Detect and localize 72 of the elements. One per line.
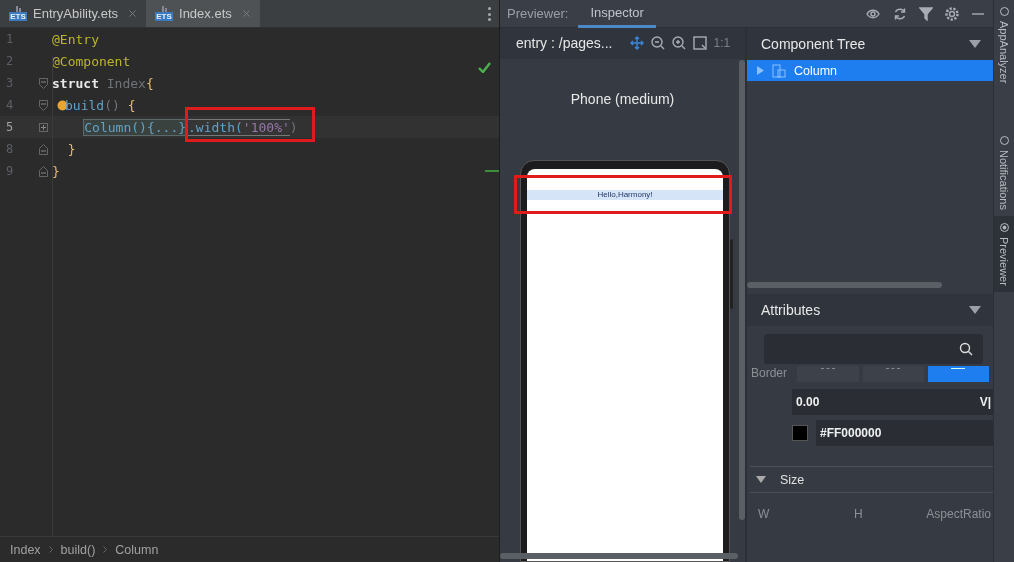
code-line: } xyxy=(66,140,76,159)
color-field[interactable]: #FF000000 xyxy=(816,420,993,446)
code-line: build() { xyxy=(65,96,136,115)
scrollbar[interactable] xyxy=(500,553,738,559)
fold-icon[interactable] xyxy=(39,99,48,111)
check-icon xyxy=(478,62,491,73)
search-field[interactable] xyxy=(764,334,983,364)
search-icon[interactable] xyxy=(959,342,973,356)
breadcrumb[interactable]: Index xyxy=(10,542,41,557)
code-line: Column(){...}.width('100%') xyxy=(82,117,298,138)
tree-item[interactable]: Column xyxy=(747,60,993,81)
dropdown-icon[interactable] xyxy=(969,40,981,48)
component-icon xyxy=(772,63,786,78)
code-line: struct Index{ xyxy=(52,74,154,93)
close-icon[interactable] xyxy=(242,10,250,17)
bulb-icon[interactable] xyxy=(57,99,68,111)
chevron-icon xyxy=(103,546,108,553)
unit-text: V| xyxy=(979,395,991,409)
file-tab[interactable]: ETS EntryAbility.ets xyxy=(0,0,146,27)
scrollbar[interactable] xyxy=(739,60,745,520)
panel-label: Previewer: xyxy=(507,6,569,21)
breadcrumb[interactable]: Column xyxy=(115,542,159,557)
expand-icon[interactable] xyxy=(39,122,48,132)
fold-end-icon[interactable] xyxy=(39,165,48,177)
page-path: entry : /pages... xyxy=(516,35,613,52)
funnel-icon[interactable] xyxy=(919,6,933,21)
breadcrumb[interactable]: build() xyxy=(60,542,96,557)
move-icon[interactable] xyxy=(629,36,644,51)
refresh-icon[interactable] xyxy=(893,6,907,21)
file-tab[interactable]: ETS Index.ets xyxy=(146,0,260,27)
line-number: 2 xyxy=(5,54,15,68)
code-line: @Component xyxy=(52,52,131,71)
change-marker xyxy=(485,170,499,172)
chevron-icon xyxy=(48,546,53,553)
panel-title: Component Tree xyxy=(761,36,866,52)
preview-text: Hello,Harmony! xyxy=(527,189,723,200)
settings-icon[interactable] xyxy=(945,6,959,21)
field-label: Border xyxy=(750,366,789,380)
tab-label: Index.ets xyxy=(179,6,232,21)
collapse-icon[interactable] xyxy=(756,476,766,483)
fit-icon[interactable] xyxy=(692,36,707,51)
scrollbar[interactable] xyxy=(747,282,942,288)
line-number: 8 xyxy=(5,142,15,156)
eye-icon xyxy=(998,222,1010,234)
fold-end-icon[interactable] xyxy=(39,143,48,155)
zoom-out-icon[interactable] xyxy=(650,36,665,51)
line-number: 4 xyxy=(5,98,15,112)
line-number: 9 xyxy=(5,164,15,178)
section-header[interactable]: Size xyxy=(750,466,993,493)
line-number: 1 xyxy=(5,32,15,46)
zoom-in-icon[interactable] xyxy=(671,36,686,51)
tab-label: EntryAbility.ets xyxy=(33,6,118,21)
fold-icon[interactable] xyxy=(39,77,48,89)
line-number: 5 xyxy=(5,120,15,134)
panel-title: Attributes xyxy=(761,302,821,318)
close-icon[interactable] xyxy=(129,10,136,17)
code-line: @Entry xyxy=(52,30,99,49)
more-icon[interactable] xyxy=(488,7,491,21)
line-number: 3 xyxy=(5,76,15,90)
expand-icon[interactable] xyxy=(757,66,764,75)
width-field[interactable]: 0.00 V| xyxy=(792,389,993,415)
side-tab[interactable]: Notifications xyxy=(994,129,1014,217)
code-line: } xyxy=(52,162,60,181)
dropdown-icon[interactable] xyxy=(969,306,981,314)
field-label: AspectRatio xyxy=(926,507,991,521)
side-tab[interactable]: AppAnalyzer xyxy=(994,0,1014,90)
device-name: Phone (medium) xyxy=(569,90,676,107)
side-tab[interactable]: Previewer xyxy=(994,216,1014,293)
field-label: W xyxy=(758,507,770,521)
color-swatch[interactable] xyxy=(792,425,808,441)
field-label: H xyxy=(853,507,863,521)
actual-size-button[interactable]: 1:1 xyxy=(713,36,731,51)
